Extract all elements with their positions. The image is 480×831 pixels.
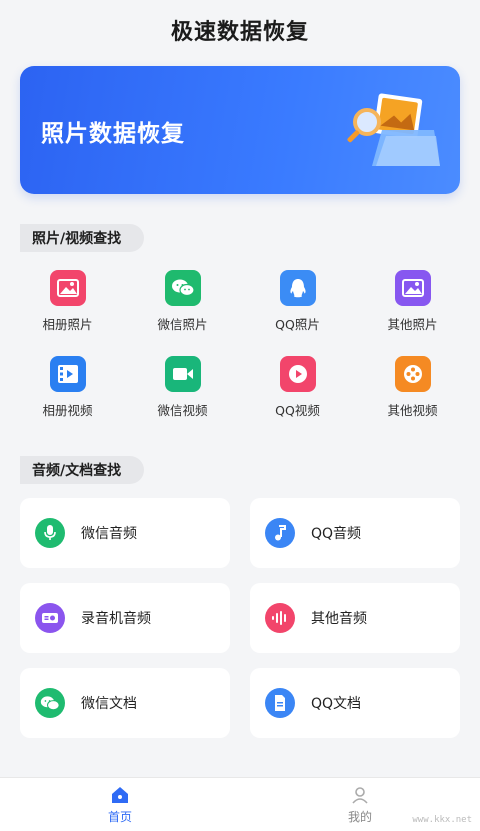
other-videos-item[interactable]: 其他视频 xyxy=(355,356,470,419)
video-camera-icon xyxy=(164,356,201,392)
recorder-audio-card[interactable]: 录音机音频 xyxy=(20,583,230,653)
wechat-videos-item[interactable]: 微信视频 xyxy=(125,356,240,419)
reel-icon xyxy=(394,356,431,392)
card-label: 录音机音频 xyxy=(81,611,151,627)
other-audio-card[interactable]: 其他音频 xyxy=(250,583,460,653)
wechat-photos-item[interactable]: 微信照片 xyxy=(125,270,240,333)
app-header: 极速数据恢复 xyxy=(0,0,480,60)
grid-label: 微信照片 xyxy=(157,317,208,332)
card-label: QQ音频 xyxy=(311,526,362,542)
grid-label: QQ视频 xyxy=(275,403,320,418)
grid-label: QQ照片 xyxy=(275,317,320,332)
photo-folder-icon xyxy=(347,93,440,166)
play-icon xyxy=(279,356,316,392)
page-title: 极速数据恢复 xyxy=(170,20,309,45)
qq-audio-card[interactable]: QQ音频 xyxy=(250,498,460,568)
grid-label: 其他视频 xyxy=(387,403,438,418)
card-label: QQ文档 xyxy=(311,696,362,712)
grid-label: 相册照片 xyxy=(42,317,93,332)
card-label: 其他音频 xyxy=(311,611,367,627)
tab-home-label: 首页 xyxy=(107,809,132,824)
album-photos-item[interactable]: 相册照片 xyxy=(10,270,125,333)
tab-home[interactable]: 首页 xyxy=(0,778,240,831)
album-videos-item[interactable]: 相册视频 xyxy=(10,356,125,419)
recorder-icon xyxy=(35,603,65,633)
card-label: 微信音频 xyxy=(81,526,137,542)
music-note-icon xyxy=(265,518,295,548)
video-grid: 相册视频 微信视频 QQ视频 其他视频 xyxy=(10,356,470,419)
bottom-tab-bar: 首页 我的 xyxy=(0,777,480,831)
wechat-audio-card[interactable]: 微信音频 xyxy=(20,498,230,568)
grid-label: 相册视频 xyxy=(42,403,93,418)
photo-grid: 相册照片 微信照片 QQ照片 其他照片 xyxy=(10,270,470,333)
wechat-doc-card[interactable]: 微信文档 xyxy=(20,668,230,738)
audio-doc-cards: 微信音频 QQ音频 录音机音频 其他音频 微信文档 QQ文档 xyxy=(20,498,460,738)
qq-videos-item[interactable]: QQ视频 xyxy=(240,356,355,419)
card-label: 微信文档 xyxy=(81,696,137,712)
banner-title: 照片数据恢复 xyxy=(41,121,185,147)
qq-icon xyxy=(279,270,316,306)
image-icon xyxy=(394,270,431,306)
waveform-icon xyxy=(265,603,295,633)
section-media-label: 照片/视频查找 xyxy=(20,224,144,252)
film-icon xyxy=(49,356,86,392)
other-photos-item[interactable]: 其他照片 xyxy=(355,270,470,333)
grid-label: 微信视频 xyxy=(157,403,208,418)
document-icon xyxy=(265,688,295,718)
qq-photos-item[interactable]: QQ照片 xyxy=(240,270,355,333)
qq-doc-card[interactable]: QQ文档 xyxy=(250,668,460,738)
tab-mine-label: 我的 xyxy=(347,809,372,824)
microphone-icon xyxy=(35,518,65,548)
user-icon xyxy=(352,786,368,804)
section-docs-label: 音频/文档查找 xyxy=(20,456,144,484)
photo-recovery-banner[interactable]: 照片数据恢复 xyxy=(20,66,460,194)
wechat-icon xyxy=(164,270,201,306)
home-icon xyxy=(112,786,128,803)
grid-label: 其他照片 xyxy=(387,317,438,332)
wechat-icon xyxy=(35,688,65,718)
image-icon xyxy=(49,270,86,306)
watermark: www.kkx.net xyxy=(412,815,472,825)
